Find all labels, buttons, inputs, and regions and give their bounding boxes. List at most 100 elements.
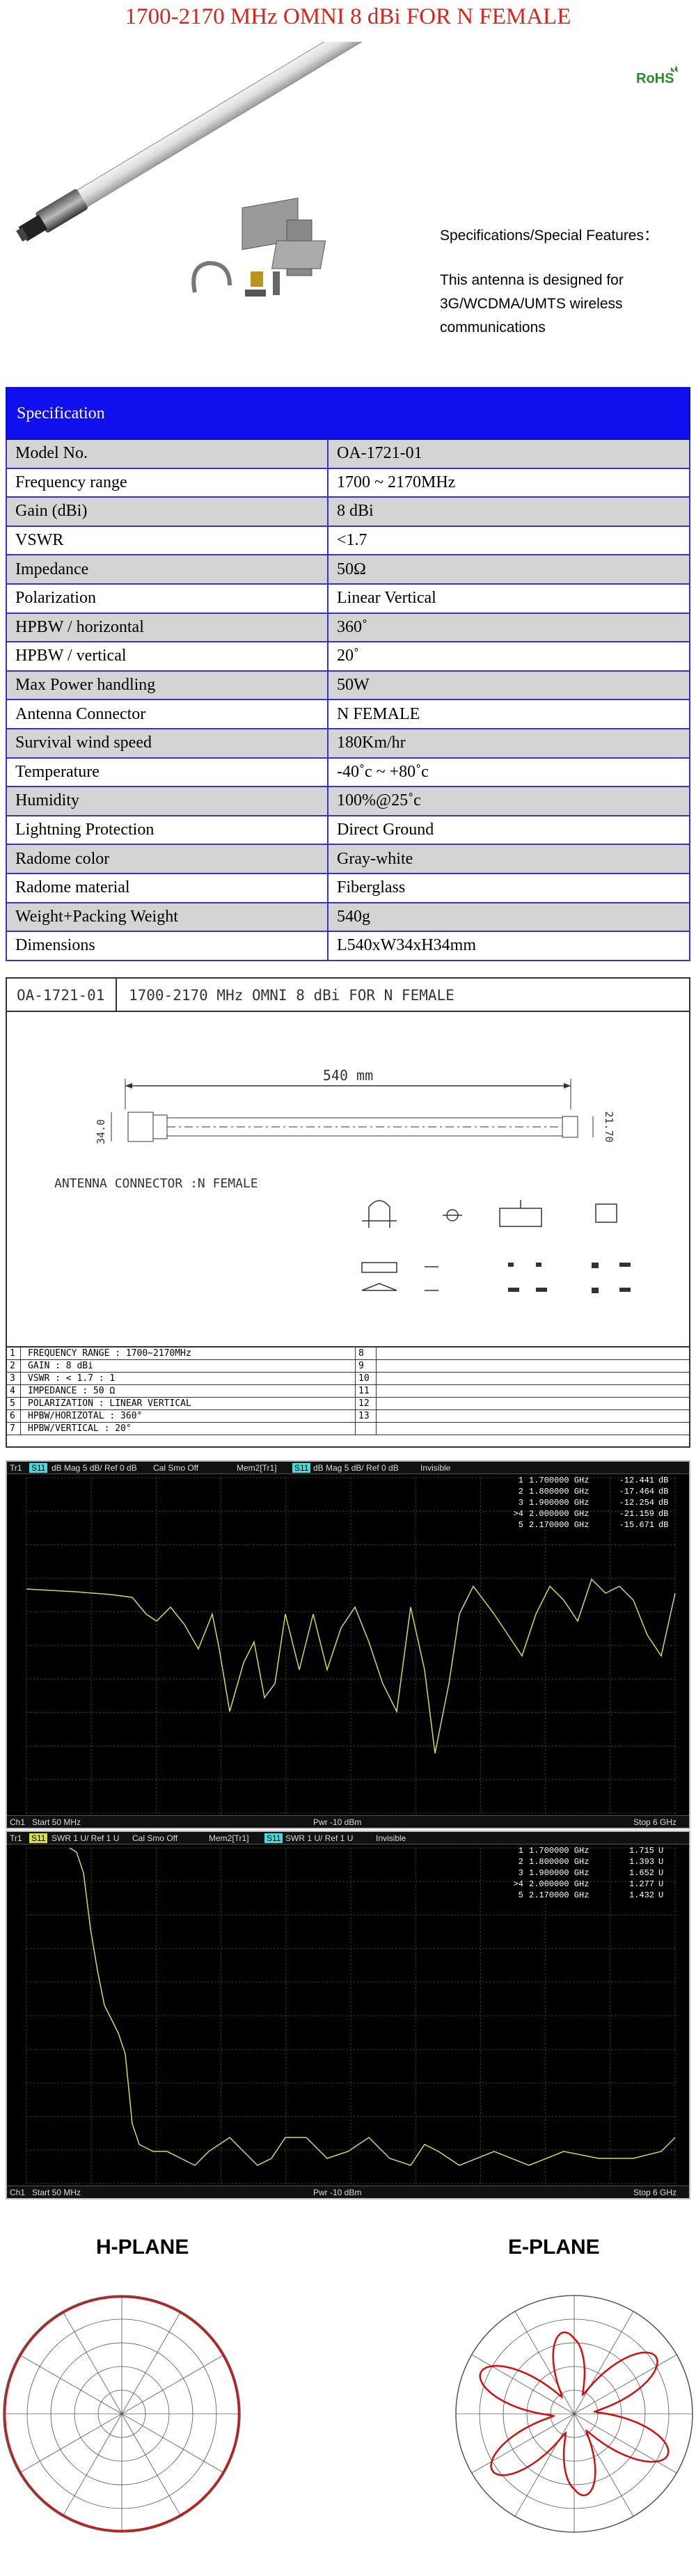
- polar-spoke: [574, 2413, 677, 2474]
- spec-value: 1700 ~ 2170MHz: [337, 473, 456, 491]
- vna2-power: Pwr -10 dBm: [313, 2188, 362, 2197]
- marker-cell: U: [658, 1868, 664, 1878]
- marker-cell: 1.800000 GHz: [529, 1487, 590, 1496]
- spec-row: Gain (dBi) 8 dBi: [6, 498, 690, 527]
- marker-cell: dB: [658, 1487, 669, 1496]
- drawing-row-num: 4: [7, 1385, 21, 1397]
- spec-row: Temperature -40˚c ~ +80˚c: [6, 758, 690, 788]
- vna2-format: SWR 1 U/ Ref 1 U: [52, 1833, 120, 1843]
- marker-cell: 2: [518, 1487, 523, 1496]
- marker-row: 3 1.900000 GHz 1.652 U: [508, 1868, 682, 1879]
- drawing-row-text: FREQUENCY RANGE : 1700~2170MHz: [28, 1348, 191, 1359]
- vna2-stop: Stop 6 GHz: [633, 2188, 677, 2197]
- spec-row: Radome color Gray-white: [6, 845, 690, 874]
- h-plane-title: H-PLANE: [96, 2236, 189, 2259]
- marker-row: 2 1.800000 GHz -17.464 dB: [508, 1487, 682, 1498]
- marker-cell: 1: [518, 1846, 523, 1856]
- marker-row: 2 1.800000 GHz 1.393 U: [508, 1857, 682, 1868]
- e-plane-title: E-PLANE: [508, 2236, 600, 2259]
- spec-row: Radome material Fiberglass: [6, 874, 690, 903]
- vna2-start: Start 50 MHz: [32, 2188, 81, 2197]
- spec-row: Antenna Connector N FEMALE: [6, 700, 690, 729]
- spec-label: Polarization: [7, 584, 329, 613]
- vna2-format2: SWR 1 U/ Ref 1 U: [285, 1833, 354, 1843]
- drawing-row-num2: [355, 1423, 376, 1435]
- marker-cell: 1.393: [628, 1857, 654, 1867]
- drawing-row-num2: 11: [355, 1385, 376, 1397]
- drawing-row-text: HPBW/VERTICAL : 20°: [28, 1423, 132, 1434]
- drawing-row-num2: 12: [355, 1398, 376, 1409]
- spec-row: HPBW / vertical 20˚: [6, 642, 690, 672]
- vna2-footer: Ch1 Start 50 MHz Pwr -10 dBm Stop 6 GHz: [7, 2186, 689, 2198]
- technical-drawing: OA-1721-01 1700-2170 MHz OMNI 8 dBi FOR …: [6, 977, 690, 1448]
- vna2-ch: Ch1: [10, 2188, 26, 2197]
- drawing-row: 4 IMPEDANCE : 50 Ω 11: [7, 1385, 689, 1398]
- spec-value: 100%@25˚c: [337, 791, 421, 810]
- vna1-sparam2: S11: [292, 1463, 311, 1473]
- drawing-dia-left: 34.0: [95, 1119, 107, 1144]
- spec-label: Humidity: [7, 787, 329, 815]
- marker-cell: 1.900000 GHz: [529, 1498, 590, 1508]
- drawing-row: 3 VSWR : < 1.7 : 1 10: [7, 1373, 689, 1385]
- vna2-sparam2: S11: [264, 1833, 283, 1843]
- product-image: [0, 17, 432, 348]
- marker-cell: 1.652: [628, 1868, 654, 1878]
- marker-cell: dB: [658, 1498, 669, 1508]
- drawing-row: 7 HPBW/VERTICAL : 20°: [7, 1423, 689, 1435]
- polar-spoke: [574, 2413, 634, 2517]
- spec-label: Frequency range: [7, 468, 329, 497]
- drawing-row-num2: 10: [355, 1373, 376, 1384]
- rohs-text: RoHS: [636, 71, 674, 86]
- spec-row: Impedance 50Ω: [6, 555, 690, 585]
- marker-row: 1 1.700000 GHz -12.441 dB: [508, 1476, 682, 1487]
- drawing-row: 5 POLARIZATION : LINEAR VERTICAL 12: [7, 1398, 689, 1410]
- drawing-row-text: VSWR : < 1.7 : 1: [28, 1373, 116, 1384]
- vna2-sparam: S11: [29, 1833, 48, 1843]
- marker-cell: >4: [513, 1879, 523, 1889]
- vna1-trace: Tr1: [10, 1463, 22, 1473]
- marker-row: >4 2.000000 GHz -21.159 dB: [508, 1509, 682, 1520]
- drawing-title: 1700-2170 MHz OMNI 8 dBi FOR N FEMALE: [129, 987, 454, 1004]
- spec-value: Fiberglass: [337, 878, 406, 897]
- rohs-logo: RoHS: [635, 64, 690, 92]
- marker-cell: 5: [518, 1520, 523, 1530]
- spec-label: HPBW / vertical: [7, 642, 329, 670]
- vna1-invisible: Invisible: [420, 1463, 451, 1473]
- marker-cell: 2.000000 GHz: [529, 1879, 590, 1889]
- marker-cell: dB: [658, 1509, 669, 1519]
- spec-value: 50Ω: [337, 560, 366, 578]
- drawing-row-num2: 13: [355, 1410, 376, 1422]
- marker-cell: dB: [658, 1476, 669, 1485]
- vna2-mem: Mem2[Tr1]: [209, 1833, 249, 1843]
- drawing-spec-table: 1 FREQUENCY RANGE : 1700~2170MHz 8 2 GAIN : …: [7, 1346, 689, 1435]
- marker-cell: 1.900000 GHz: [529, 1868, 590, 1878]
- spec-row: Survival wind speed 180Km/hr: [6, 729, 690, 759]
- marker-cell: 2.170000 GHz: [529, 1520, 590, 1530]
- spec-label: Dimensions: [7, 932, 329, 960]
- spec-label: VSWR: [7, 526, 329, 555]
- spec-value: L540xW34xH34mm: [337, 936, 476, 955]
- vna-swr-screen: Tr1 S11 SWR 1 U/ Ref 1 U Cal Smo Off Mem…: [6, 1831, 690, 2199]
- marker-cell: 5: [518, 1890, 523, 1900]
- marker-cell: 1.277: [628, 1879, 654, 1889]
- spec-row: Max Power handling 50W: [6, 671, 690, 701]
- spec-value: <1.7: [337, 531, 367, 550]
- features-panel: Specifications/Special Features： This an…: [440, 224, 677, 340]
- marker-cell: U: [658, 1879, 664, 1889]
- drawing-row-num: 1: [7, 1348, 21, 1359]
- antenna-outline: 540 mm 34.0 21.70 ANTENNA CONNECTOR :N F…: [54, 1067, 631, 1293]
- marker-row: >4 2.000000 GHz 1.277 U: [508, 1879, 682, 1890]
- marker-cell: U: [658, 1890, 664, 1900]
- spec-row: Polarization Linear Vertical: [6, 584, 690, 614]
- polar-spoke: [62, 2311, 122, 2415]
- spec-label: Gain (dBi): [7, 498, 329, 526]
- drawing-row: 2 GAIN : 8 dBi 9: [7, 1360, 689, 1373]
- spec-label: Radome material: [7, 874, 329, 902]
- drawing-model: OA-1721-01: [17, 987, 105, 1004]
- drawing-row-text: POLARIZATION : LINEAR VERTICAL: [28, 1398, 191, 1409]
- features-line: communications: [440, 319, 546, 335]
- spec-value: Linear Vertical: [337, 589, 436, 608]
- spec-value: 8 dBi: [337, 502, 374, 521]
- drawing-row-num: 6: [7, 1410, 21, 1422]
- spec-value: OA-1721-01: [337, 444, 422, 463]
